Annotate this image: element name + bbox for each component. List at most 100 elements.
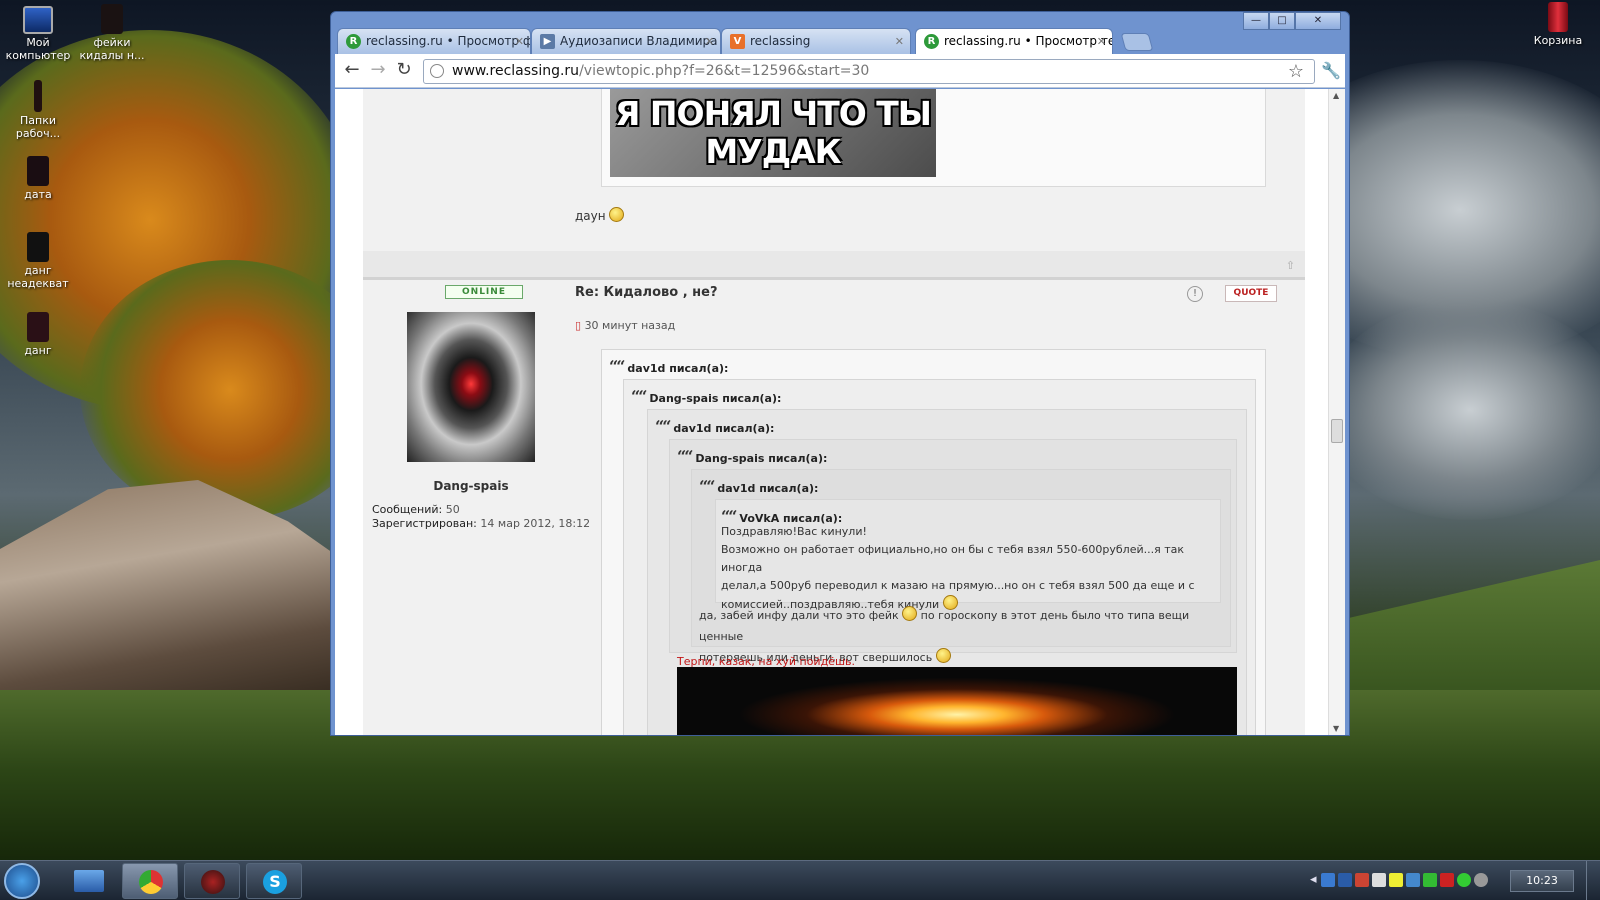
tray-app-icon[interactable] [1405,872,1420,887]
monitor-icon [74,870,104,892]
taskbar-skype-button[interactable]: S [246,863,302,899]
taskbar-chrome-button[interactable] [122,863,178,899]
page-viewport: Я ПОНЯЛ ЧТО ТЫ МУДАК даун ⇧ ONLINE Re: К… [335,89,1345,735]
post-time-value: 30 минут назад [584,319,676,332]
report-post-icon[interactable]: ! [1187,286,1203,302]
url-host: www.reclassing.ru [452,63,580,79]
computer-icon [23,6,53,34]
post-title[interactable]: Re: Кидалово , не? [575,285,718,300]
show-desktop-corner[interactable] [1586,861,1600,900]
meme-image: Я ПОНЯЛ ЧТО ТЫ МУДАК [610,89,936,177]
previous-post-image-box: Я ПОНЯЛ ЧТО ТЫ МУДАК [601,89,1266,187]
quote-line: делал,а 500руб переводил к мазаю на прям… [721,579,1195,592]
reclassing-favicon-icon: R [924,34,939,49]
desktop-icon-dang-inadequate[interactable]: данг неадекват [0,232,76,290]
smiley-icon [902,606,918,621]
desktop-icon-label: Мой компьютер [5,36,71,62]
tray-app-icon[interactable] [1320,872,1335,887]
tray-app-icon[interactable] [1388,872,1403,887]
folder-icon [101,4,123,34]
new-tab-button[interactable] [1120,33,1154,51]
tray-app-icon[interactable] [1371,872,1386,887]
desktop-icon-dang[interactable]: данг [0,312,76,357]
messages-count: 50 [445,503,460,516]
meme-caption-line: МУДАК [705,132,841,171]
file-icon [27,312,49,342]
tray-expand-icon[interactable]: ◂ [1310,872,1317,887]
desktop-icon-my-computer[interactable]: Мой компьютер [0,6,76,62]
browser-window: — □ ✕ R reclassing.ru • Просмотр фор ✕ ▶… [330,11,1350,736]
tray-app-icon[interactable] [1456,872,1471,887]
quote-button[interactable]: QUOTE [1225,285,1277,302]
desktop-icon-recycle-bin[interactable]: Корзина [1520,2,1596,47]
post-time: ▯ 30 минут назад [575,319,675,332]
desktop-icon-label: Корзина [1533,34,1583,47]
registered-date: 14 мар 2012, 18:12 [480,517,591,530]
folder-icon [34,80,42,112]
desktop-icon-work-folders[interactable]: Папки рабоч... [0,80,76,140]
quote-author: dav1d писал(а): [655,417,774,436]
previous-post-text: даун [575,207,625,223]
smiley-icon [609,207,625,222]
chrome-icon [139,870,163,894]
vertical-scrollbar[interactable]: ▲ ▼ [1328,89,1345,735]
scroll-up-icon[interactable]: ▲ [1333,91,1339,100]
taskbar: S ◂ 10:23 [0,860,1600,900]
tab-label: reclassing.ru • Просмотр тем [944,34,1113,48]
post-author-name[interactable]: Dang-spais [407,479,535,493]
desktop-icon-label: данг [24,344,52,357]
bookmark-star-icon[interactable]: ☆ [1288,60,1304,83]
vk-audio-favicon-icon: ▶ [540,34,555,49]
author-registered: Зарегистрирован: 14 мар 2012, 18:12 [372,517,590,530]
desktop-icon-label: данг неадекват [7,264,69,290]
tray-app-icon[interactable] [1422,872,1437,887]
close-tab-icon[interactable]: ✕ [895,29,904,54]
url-path: /viewtopic.php?f=26&t=12596&start=30 [579,63,870,79]
wrench-menu-icon[interactable]: 🔧 [1321,61,1341,80]
scrollbar-thumb[interactable] [1331,419,1343,443]
registered-label: Зарегистрирован: [372,517,477,530]
scroll-down-icon[interactable]: ▼ [1333,724,1339,733]
close-tab-icon[interactable]: ✕ [1097,29,1106,54]
desktop-icon-fakes[interactable]: фейки кидалы н... [74,4,150,62]
tab-strip: R reclassing.ru • Просмотр фор ✕ ▶ Аудио… [337,28,1337,54]
reload-icon[interactable]: ↻ [393,61,415,81]
quote-author: dav1d писал(а): [609,357,728,376]
tray-app-icon[interactable] [1354,872,1369,887]
reclassing-favicon-icon: R [346,34,361,49]
close-tab-icon[interactable]: ✕ [705,29,714,54]
back-to-top-icon[interactable]: ⇧ [1286,259,1295,272]
tab-reclassing-topic[interactable]: R reclassing.ru • Просмотр тем ✕ [915,28,1113,54]
tray-app-icon[interactable] [1473,872,1488,887]
forum-content: Я ПОНЯЛ ЧТО ТЫ МУДАК даун ⇧ ONLINE Re: К… [363,89,1305,735]
close-tab-icon[interactable]: ✕ [515,29,524,54]
page-info-icon[interactable] [430,64,444,78]
tab-label: Аудиозаписи Владимира Сар [560,34,720,48]
innermost-quote-text: Поздравляю!Вас кинули! Возможно он работ… [721,523,1217,614]
post-separator-bar: ⇧ [363,251,1305,280]
tab-reclassing-forum[interactable]: R reclassing.ru • Просмотр фор ✕ [337,28,531,54]
taskbar-game-button[interactable] [184,863,240,899]
quote-line: Возможно он работает официально,но он бы… [721,543,1185,574]
online-status-badge: ONLINE [445,285,523,299]
taskbar-show-desktop-button[interactable] [62,863,118,899]
forward-icon[interactable]: → [367,61,389,81]
start-button[interactable] [4,863,40,899]
reclassing-v-favicon-icon: V [730,34,745,49]
signature-image [677,667,1237,735]
taskbar-clock[interactable]: 10:23 [1510,870,1574,892]
meme-caption-line: Я ПОНЯЛ ЧТО ТЫ [615,94,932,133]
browser-toolbar: ← → ↻ www.reclassing.ru/viewtopic.php?f=… [335,54,1345,88]
desktop-icon-data[interactable]: дата [0,156,76,201]
file-icon [27,156,49,186]
game-icon [201,870,225,894]
reply-line-text: да, забей инфу дали что это фейк [699,609,899,622]
back-icon[interactable]: ← [341,61,363,81]
desktop-icon-label: Папки рабоч... [15,114,61,140]
tray-app-icon[interactable] [1439,872,1454,887]
address-bar[interactable]: www.reclassing.ru/viewtopic.php?f=26&t=1… [423,59,1315,84]
tray-app-icon[interactable] [1337,872,1352,887]
desktop-icon-label: фейки кидалы н... [79,36,145,62]
tab-audio[interactable]: ▶ Аудиозаписи Владимира Сар ✕ [531,28,721,54]
tab-reclassing[interactable]: V reclassing ✕ [721,28,911,54]
